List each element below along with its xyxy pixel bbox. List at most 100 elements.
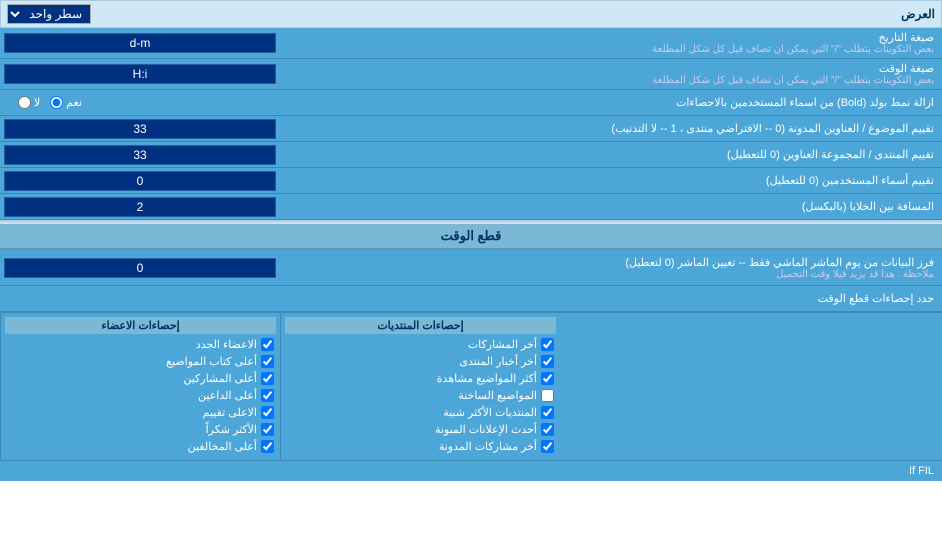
sort-users-label: تقييم أسماء المستخدمين (0 للتعطيل) [280,171,942,190]
stats-members-item-1: الاعضاء الجدد [5,337,276,352]
members-label-7: أعلى المخالفين [188,440,257,453]
stats-members-col: إحصاءات الاعضاء الاعضاء الجدد أعلى كتاب … [0,313,280,460]
posts-label-3: أكثر المواضيع مشاهدة [437,372,537,385]
page-wrapper: العرض سطر واحد سطرين ثلاثة أسطر صيغة الت… [0,0,942,481]
posts-label-2: أخر أخبار المنتدى [459,355,537,368]
stats-members-item-3: أعلى المشاركين [5,371,276,386]
time-format-label: صيغة الوقت بعض التكوينات يتطلب "/" التي … [280,59,942,89]
sort-users-row: تقييم أسماء المستخدمين (0 للتعطيل) [0,168,942,194]
bold-no-radio[interactable] [18,96,31,109]
members-check-5[interactable] [261,406,274,419]
stats-members-item-6: الأكثر شكراً [5,422,276,437]
bottom-note-row: If FIL [0,460,942,481]
posts-label-4: المواضيع الساخنة [458,389,537,402]
sort-subjects-label: تقييم الموضوع / العناوين المدونة (0 -- ا… [280,119,942,138]
time-cutoff-row: فرز البيانات من يوم الماشر الماشي فقط --… [0,250,942,286]
sort-subjects-input-wrap [0,117,280,141]
members-label-2: أعلى كتاب المواضيع [166,355,257,368]
sort-subjects-input[interactable] [4,119,276,139]
posts-check-6[interactable] [541,423,554,436]
bold-radio-no[interactable]: لا [18,96,40,109]
bold-yes-label: نعم [66,96,82,109]
stats-posts-col: إحصاءات المنتديات أخر المشاركات أخر أخبا… [280,313,560,460]
stats-members-item-2: أعلى كتاب المواضيع [5,354,276,369]
time-cutoff-label: فرز البيانات من يوم الماشر الماشي فقط --… [280,253,942,283]
posts-label-5: المنتديات الأكثر شبية [443,406,537,419]
sort-users-input[interactable] [4,171,276,191]
members-check-4[interactable] [261,389,274,402]
date-format-input-wrap [0,31,280,55]
stats-posts-item-4: المواضيع الساخنة [285,388,556,403]
bold-no-label: لا [34,96,40,109]
posts-check-4[interactable] [541,389,554,402]
sort-forum-row: تقييم المنتدى / المجموعة العناوين (0 للت… [0,142,942,168]
time-section-header: قطع الوقت [0,224,942,250]
bold-remove-label: ازالة نمط بولد (Bold) من اسماء المستخدمي… [82,96,934,109]
header-label: العرض [901,7,935,21]
bold-remove-row: ازالة نمط بولد (Bold) من اسماء المستخدمي… [0,90,942,116]
time-format-row: صيغة الوقت بعض التكوينات يتطلب "/" التي … [0,59,942,90]
time-cutoff-title: فرز البيانات من يوم الماشر الماشي فقط --… [288,256,934,269]
posts-label-1: أخر المشاركات [468,338,537,351]
members-check-2[interactable] [261,355,274,368]
stats-posts-item-7: أخر مشاركات المدونة [285,439,556,454]
bold-radio-yes[interactable]: نعم [50,96,82,109]
sort-forum-input-wrap [0,143,280,167]
time-format-input[interactable] [4,64,276,84]
posts-check-3[interactable] [541,372,554,385]
sort-forum-input[interactable] [4,145,276,165]
display-select[interactable]: سطر واحد سطرين ثلاثة أسطر [7,4,91,24]
bottom-note-text: If FIL [909,465,934,477]
date-format-row: صيغة التاريخ بعض التكوينات يتطلب "/" الت… [0,28,942,59]
bold-yes-radio[interactable] [50,96,63,109]
time-cutoff-input[interactable] [4,258,276,278]
stats-columns: إحصاءات المنتديات أخر المشاركات أخر أخبا… [0,312,942,460]
stats-posts-item-6: أحدث الإعلانات المبونة [285,422,556,437]
time-cutoff-input-wrap [0,256,280,280]
stats-posts-item-2: أخر أخبار المنتدى [285,354,556,369]
cell-spacing-input[interactable] [4,197,276,217]
members-label-5: الاعلى تقييم [203,406,257,419]
stats-posts-item-5: المنتديات الأكثر شبية [285,405,556,420]
stats-header-row: حدد إحصاءات قطع الوقت [0,286,942,312]
stats-header-spacer [0,297,280,301]
date-format-input[interactable] [4,33,276,53]
time-cutoff-note: ملاحظة : هذا قد يزيد قيلا وقت التحميل [288,269,934,280]
members-label-1: الاعضاء الجدد [196,338,257,351]
members-label-3: أعلى المشاركين [183,372,257,385]
bold-radio-group: نعم لا [8,96,82,109]
cell-spacing-row: المسافة بين الخلايا (بالبكسل) [0,194,942,220]
posts-check-1[interactable] [541,338,554,351]
stats-members-item-5: الاعلى تقييم [5,405,276,420]
posts-label-6: أحدث الإعلانات المبونة [435,423,537,436]
posts-check-5[interactable] [541,406,554,419]
date-format-label: صيغة التاريخ بعض التكوينات يتطلب "/" الت… [280,28,942,58]
members-check-7[interactable] [261,440,274,453]
cell-spacing-input-wrap [0,195,280,219]
date-format-sublabel: بعض التكوينات يتطلب "/" التي يمكن ان تضا… [288,44,934,55]
stats-empty-col [560,313,942,460]
posts-check-2[interactable] [541,355,554,368]
cell-spacing-label: المسافة بين الخلايا (بالبكسل) [280,197,942,216]
time-format-input-wrap [0,62,280,86]
stats-header-label: حدد إحصاءات قطع الوقت [280,289,942,308]
stats-members-item-7: أعلى المخالفين [5,439,276,454]
stats-posts-item-3: أكثر المواضيع مشاهدة [285,371,556,386]
sort-subjects-row: تقييم الموضوع / العناوين المدونة (0 -- ا… [0,116,942,142]
stats-posts-header: إحصاءات المنتديات [285,317,556,334]
time-format-title: صيغة الوقت [288,62,934,75]
time-format-sublabel: بعض التكوينات يتطلب "/" التي يمكن ان تضا… [288,75,934,86]
members-check-1[interactable] [261,338,274,351]
members-check-6[interactable] [261,423,274,436]
posts-check-7[interactable] [541,440,554,453]
sort-forum-label: تقييم المنتدى / المجموعة العناوين (0 للت… [280,145,942,164]
members-label-6: الأكثر شكراً [206,423,257,436]
stats-posts-item-1: أخر المشاركات [285,337,556,352]
posts-label-7: أخر مشاركات المدونة [439,440,537,453]
date-format-title: صيغة التاريخ [288,31,934,44]
sort-users-input-wrap [0,169,280,193]
header-row: العرض سطر واحد سطرين ثلاثة أسطر [0,0,942,28]
members-check-3[interactable] [261,372,274,385]
stats-members-header: إحصاءات الاعضاء [5,317,276,334]
stats-members-item-4: أعلى الداعين [5,388,276,403]
